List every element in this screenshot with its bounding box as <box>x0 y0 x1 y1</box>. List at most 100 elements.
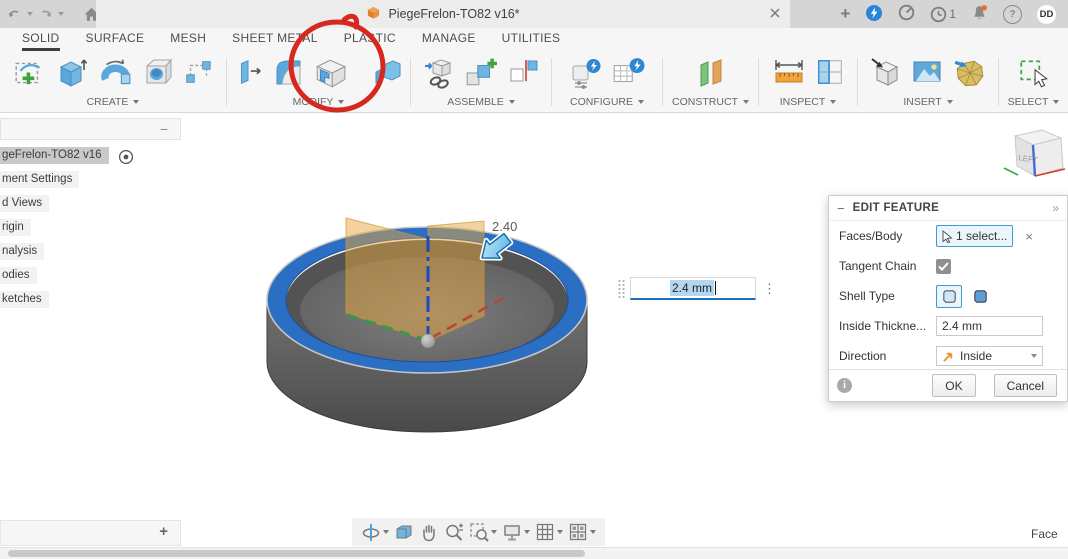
select-dropdown[interactable]: SELECT <box>1008 96 1060 108</box>
direction-dropdown[interactable]: Inside <box>936 346 1043 366</box>
create-sketch-icon[interactable] <box>12 55 48 91</box>
combine-icon[interactable] <box>371 55 405 89</box>
redo-icon[interactable] <box>37 6 54 23</box>
tab-plastic[interactable]: PLASTIC <box>331 31 409 51</box>
input-options-menu-icon[interactable]: ⋮ <box>763 284 776 294</box>
viewports-button[interactable] <box>568 522 596 542</box>
redo-dropdown-caret[interactable] <box>58 12 64 16</box>
add-icon[interactable]: + <box>159 523 168 540</box>
job-status-icon[interactable] <box>865 4 883 25</box>
configuration-table-icon[interactable] <box>610 55 646 91</box>
shell-type-both-button[interactable] <box>967 285 993 308</box>
new-component-icon[interactable] <box>422 55 456 91</box>
user-avatar[interactable]: DD <box>1037 5 1056 24</box>
fillet-icon[interactable] <box>271 55 305 89</box>
tab-manage[interactable]: MANAGE <box>409 31 489 51</box>
direction-row: Direction Inside <box>829 341 1067 371</box>
clear-selection-icon[interactable]: × <box>1025 229 1033 244</box>
recent-activity[interactable]: 1 <box>930 6 956 23</box>
extrude-icon[interactable] <box>55 55 89 89</box>
tab-mesh[interactable]: MESH <box>157 31 219 51</box>
performance-gauge-icon[interactable] <box>898 4 915 24</box>
shell-type-inside-button[interactable] <box>936 285 962 308</box>
display-settings-button[interactable] <box>502 522 530 542</box>
press-pull-icon[interactable] <box>232 55 264 89</box>
shell-icon[interactable] <box>312 55 348 91</box>
document-title: PiegeFrelon-TO82 v16* <box>388 7 519 21</box>
inspect-dropdown[interactable]: INSPECT <box>780 96 837 108</box>
shell-type-row: Shell Type <box>829 281 1067 311</box>
tangent-chain-row: Tangent Chain <box>829 251 1067 281</box>
hole-icon[interactable] <box>141 55 175 89</box>
pan-button[interactable] <box>419 522 439 542</box>
undo-icon[interactable] <box>6 6 23 23</box>
grid-layout-button[interactable] <box>535 522 563 542</box>
close-tab-icon[interactable] <box>769 7 781 22</box>
ok-button[interactable]: OK <box>932 374 975 397</box>
cancel-button[interactable]: Cancel <box>994 374 1057 397</box>
canvas-image-icon[interactable] <box>909 55 945 89</box>
thickness-value-input[interactable]: 2.4 mm <box>630 277 756 300</box>
notifications-bell-icon[interactable] <box>971 4 988 24</box>
activate-component-radio[interactable] <box>118 149 134 168</box>
browser-item-component[interactable]: geFrelon-TO82 v16 <box>0 147 109 164</box>
assemble-dropdown[interactable]: ASSEMBLE <box>447 96 515 108</box>
3d-model-shell-body[interactable] <box>250 195 620 445</box>
construction-plane-icon[interactable] <box>694 55 728 91</box>
selection-status-label: Face <box>1031 527 1058 541</box>
insert-dropdown[interactable]: INSERT <box>903 96 952 108</box>
timeline-scrollbar[interactable] <box>8 550 585 557</box>
configure-dropdown[interactable]: CONFIGURE <box>570 96 644 108</box>
origin-sphere-handle[interactable] <box>421 334 435 348</box>
browser-item-document-settings[interactable]: ment Settings <box>0 171 79 188</box>
info-icon[interactable]: i <box>837 378 852 393</box>
browser-item-named-views[interactable]: d Views <box>0 195 49 212</box>
modify-dropdown[interactable]: MODIFY <box>293 96 345 108</box>
revolve-icon[interactable] <box>96 55 134 91</box>
viewcube[interactable]: LEFT <box>995 118 1068 193</box>
insert-derive-icon[interactable] <box>868 55 902 89</box>
undo-dropdown-caret[interactable] <box>27 12 33 16</box>
dialog-header[interactable]: − EDIT FEATURE » <box>829 196 1067 221</box>
tangent-chain-checkbox[interactable] <box>936 259 951 274</box>
measure-icon[interactable] <box>771 55 807 89</box>
configure-part-icon[interactable] <box>569 55 603 91</box>
dialog-overflow-icon[interactable]: » <box>1052 201 1059 215</box>
browser-item-origin[interactable]: rigin <box>0 219 31 236</box>
section-analysis-icon[interactable] <box>814 55 846 89</box>
help-icon[interactable]: ? <box>1003 5 1022 24</box>
collapse-dialog-icon[interactable]: − <box>837 201 845 216</box>
zoom-button[interactable] <box>444 522 464 542</box>
document-tab[interactable]: PiegeFrelon-TO82 v16* <box>96 0 790 28</box>
ribbon-group-construct: CONSTRUCT <box>663 54 758 112</box>
orbit-icon <box>361 522 381 542</box>
collapse-panel-icon[interactable]: − <box>160 119 168 139</box>
chevron-down-icon <box>509 100 515 104</box>
browser-item-bodies[interactable]: odies <box>0 267 37 284</box>
inside-thickness-row: Inside Thickne... 2.4 mm <box>829 311 1067 341</box>
look-at-button[interactable] <box>394 522 414 542</box>
tab-utilities[interactable]: UTILITIES <box>489 31 574 51</box>
browser-item-analysis[interactable]: nalysis <box>0 243 44 260</box>
orbit-button[interactable] <box>361 522 389 542</box>
ribbon-tabs: SOLID SURFACE MESH SHEET METAL PLASTIC M… <box>0 28 1068 54</box>
chevron-down-icon <box>638 100 644 104</box>
create-dropdown[interactable]: CREATE <box>87 96 140 108</box>
select-icon[interactable] <box>1016 55 1052 91</box>
tab-sheet-metal[interactable]: SHEET METAL <box>219 31 331 51</box>
tab-solid[interactable]: SOLID <box>9 31 73 51</box>
construct-dropdown[interactable]: CONSTRUCT <box>672 96 749 108</box>
tangent-chain-label: Tangent Chain <box>839 259 936 273</box>
rectangular-pattern-icon[interactable] <box>182 55 214 89</box>
faces-body-selection-button[interactable]: 1 select... <box>936 225 1013 247</box>
browser-panel-header[interactable]: − <box>0 118 181 140</box>
insert-mesh-icon[interactable] <box>952 55 988 91</box>
window-zoom-button[interactable] <box>469 522 497 542</box>
joint-icon[interactable] <box>463 55 499 91</box>
browser-item-sketches[interactable]: ketches <box>0 291 49 308</box>
new-document-tab-icon[interactable]: + <box>840 6 850 22</box>
drag-grip-icon[interactable] <box>617 278 626 300</box>
drive-joints-icon[interactable] <box>506 55 540 89</box>
tab-surface[interactable]: SURFACE <box>73 31 158 51</box>
inside-thickness-input[interactable]: 2.4 mm <box>936 316 1043 336</box>
